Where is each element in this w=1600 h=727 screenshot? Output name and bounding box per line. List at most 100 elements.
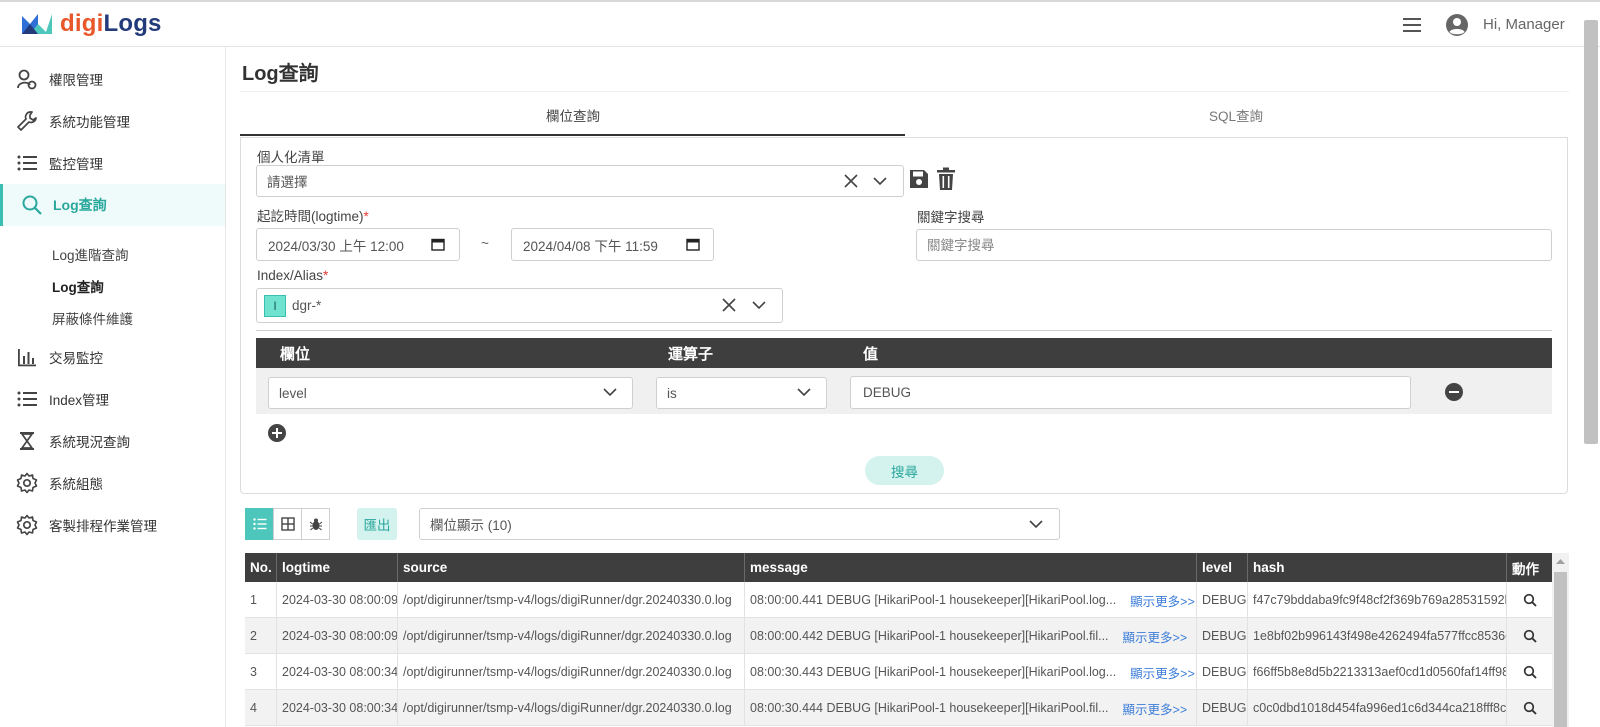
cell-logtime: 2024-03-30 08:00:09 — [277, 618, 398, 654]
sidebar-subitem-log-query[interactable]: Log查詢 — [52, 276, 104, 296]
user-avatar-icon[interactable] — [1445, 13, 1469, 37]
chevron-down-icon[interactable] — [872, 175, 888, 187]
columns-display-value: 欄位顯示 (10) — [430, 518, 512, 533]
index-alias-value: dgr-* — [292, 298, 322, 313]
chevron-down-icon[interactable] — [796, 386, 812, 398]
condition-field-header: 欄位 — [280, 346, 311, 363]
debug-view-button[interactable] — [301, 508, 330, 540]
top-header: digiLogs Hi, Manager — [0, 0, 1600, 47]
bug-icon — [309, 518, 322, 531]
sidebar-item-permission[interactable]: 權限管理 — [0, 58, 225, 100]
scroll-up-arrow-icon[interactable] — [1552, 553, 1569, 570]
trash-icon[interactable] — [935, 167, 957, 191]
clear-selection-icon[interactable] — [843, 173, 859, 189]
show-more-link[interactable]: 顯示更多>> — [1130, 591, 1195, 610]
view-detail-icon[interactable] — [1523, 701, 1537, 715]
tab-sql-query[interactable]: SQL查詢 — [1209, 105, 1263, 125]
required-mark: * — [363, 209, 369, 224]
column-header-action: 動作 — [1512, 561, 1539, 577]
grid-view-icon — [280, 517, 295, 531]
range-separator: ~ — [481, 236, 489, 251]
user-greeting[interactable]: Hi, Manager — [1483, 16, 1565, 33]
start-datetime-input[interactable]: 2024/03/30 上午 12:00 — [256, 228, 460, 261]
sidebar-item-monitor[interactable]: 監控管理 — [0, 142, 225, 184]
sidebar-subitem-log-advanced[interactable]: Log進階查詢 — [52, 244, 129, 264]
active-tab-indicator — [240, 134, 905, 136]
cell-source: /opt/digirunner/tsmp-v4/logs/digiRunner/… — [398, 582, 745, 618]
chevron-down-icon[interactable] — [751, 299, 767, 311]
table-scrollbar-thumb[interactable] — [1554, 572, 1567, 727]
digilogs-logo-icon — [22, 14, 52, 34]
sidebar-item-index-management[interactable]: Index管理 — [0, 378, 225, 420]
cell-level: DEBUG — [1197, 618, 1248, 654]
list-view-button[interactable] — [245, 508, 274, 540]
calendar-icon[interactable] — [686, 237, 700, 251]
personal-list-select[interactable]: 請選擇 — [256, 165, 904, 197]
brand-suffix: Logs — [103, 10, 162, 37]
cell-no: 3 — [245, 654, 277, 690]
cell-level: DEBUG — [1197, 690, 1248, 726]
show-more-link[interactable]: 顯示更多>> — [1123, 699, 1188, 718]
sidebar-item-log-query[interactable]: Log查詢 — [0, 184, 225, 226]
sidebar-item-system-function[interactable]: 系統功能管理 — [0, 100, 225, 142]
condition-field-select[interactable]: level — [268, 377, 633, 409]
cell-logtime: 2024-03-30 08:00:34 — [277, 654, 398, 690]
sidebar-item-label: 系統現況查詢 — [49, 435, 130, 450]
gear-icon — [16, 472, 38, 494]
show-more-link[interactable]: 顯示更多>> — [1130, 663, 1195, 682]
form-divider — [256, 330, 1552, 331]
show-more-link[interactable]: 顯示更多>> — [1123, 627, 1188, 646]
sidebar-item-custom-schedule[interactable]: 客製排程作業管理 — [0, 504, 225, 546]
cell-hash: f66ff5b8e8d5b2213313aef0cd1d0560faf14ff9… — [1248, 654, 1507, 690]
sidebar-item-label: Index管理 — [49, 393, 110, 408]
calendar-icon[interactable] — [431, 237, 445, 251]
add-condition-icon[interactable] — [267, 423, 287, 443]
column-header-source[interactable]: source — [398, 553, 745, 582]
hamburger-menu-icon[interactable] — [1401, 15, 1423, 35]
column-header-no[interactable]: No. — [245, 553, 277, 582]
sidebar-item-system-status[interactable]: 系統現況查詢 — [0, 420, 225, 462]
column-header-hash[interactable]: hash — [1248, 553, 1507, 582]
tabs-divider — [240, 91, 1569, 92]
page-title: Log查詢 — [242, 63, 319, 85]
columns-display-select[interactable]: 欄位顯示 (10) — [419, 508, 1060, 540]
export-button[interactable]: 匯出 — [357, 508, 397, 540]
view-detail-icon[interactable] — [1523, 665, 1537, 679]
cell-action — [1507, 690, 1552, 726]
message-text: 08:00:30.443 DEBUG [HikariPool-1 houseke… — [750, 665, 1117, 679]
sidebar-item-label: 交易監控 — [49, 351, 103, 366]
condition-value-input[interactable]: DEBUG — [850, 376, 1411, 409]
time-range-label: 起訖時間(logtime)* — [257, 209, 369, 224]
search-icon — [22, 195, 42, 215]
search-button[interactable]: 搜尋 — [865, 456, 944, 485]
grid-view-button[interactable] — [273, 508, 302, 540]
sidebar-item-label: 系統功能管理 — [49, 115, 130, 130]
clear-selection-icon[interactable] — [721, 297, 737, 313]
column-header-level[interactable]: level — [1197, 553, 1248, 582]
column-header-logtime[interactable]: logtime — [277, 553, 398, 582]
keyword-label: 關鍵字搜尋 — [917, 210, 985, 225]
cell-no: 2 — [245, 618, 277, 654]
view-detail-icon[interactable] — [1523, 593, 1537, 607]
column-header-message[interactable]: message — [745, 553, 1197, 582]
sidebar-subitem-mask-conditions[interactable]: 屏蔽條件維護 — [52, 308, 133, 328]
save-icon[interactable] — [908, 168, 930, 190]
table-row: 1 2024-03-30 08:00:09 /opt/digirunner/ts… — [245, 582, 1552, 618]
view-detail-icon[interactable] — [1523, 629, 1537, 643]
sidebar-item-system-config[interactable]: 系統組態 — [0, 462, 225, 504]
page-scrollbar-thumb[interactable] — [1584, 20, 1598, 444]
sidebar-item-label: Log查詢 — [53, 197, 107, 213]
index-alias-select[interactable]: I dgr-* — [256, 288, 783, 323]
condition-operator-header: 運算子 — [668, 346, 714, 363]
keyword-input[interactable] — [916, 229, 1552, 261]
end-datetime-input[interactable]: 2024/04/08 下午 11:59 — [511, 228, 714, 261]
chevron-down-icon[interactable] — [1028, 518, 1044, 530]
remove-condition-icon[interactable] — [1444, 382, 1464, 402]
brand-logo[interactable]: digiLogs — [20, 10, 162, 38]
sidebar-item-transaction-monitor[interactable]: 交易監控 — [0, 336, 225, 378]
chevron-down-icon[interactable] — [602, 386, 618, 398]
table-row: 4 2024-03-30 08:00:34 /opt/digirunner/ts… — [245, 690, 1552, 726]
tab-field-query[interactable]: 欄位查詢 — [546, 105, 600, 125]
condition-field-value: level — [279, 385, 307, 401]
condition-value-header: 值 — [863, 346, 879, 363]
